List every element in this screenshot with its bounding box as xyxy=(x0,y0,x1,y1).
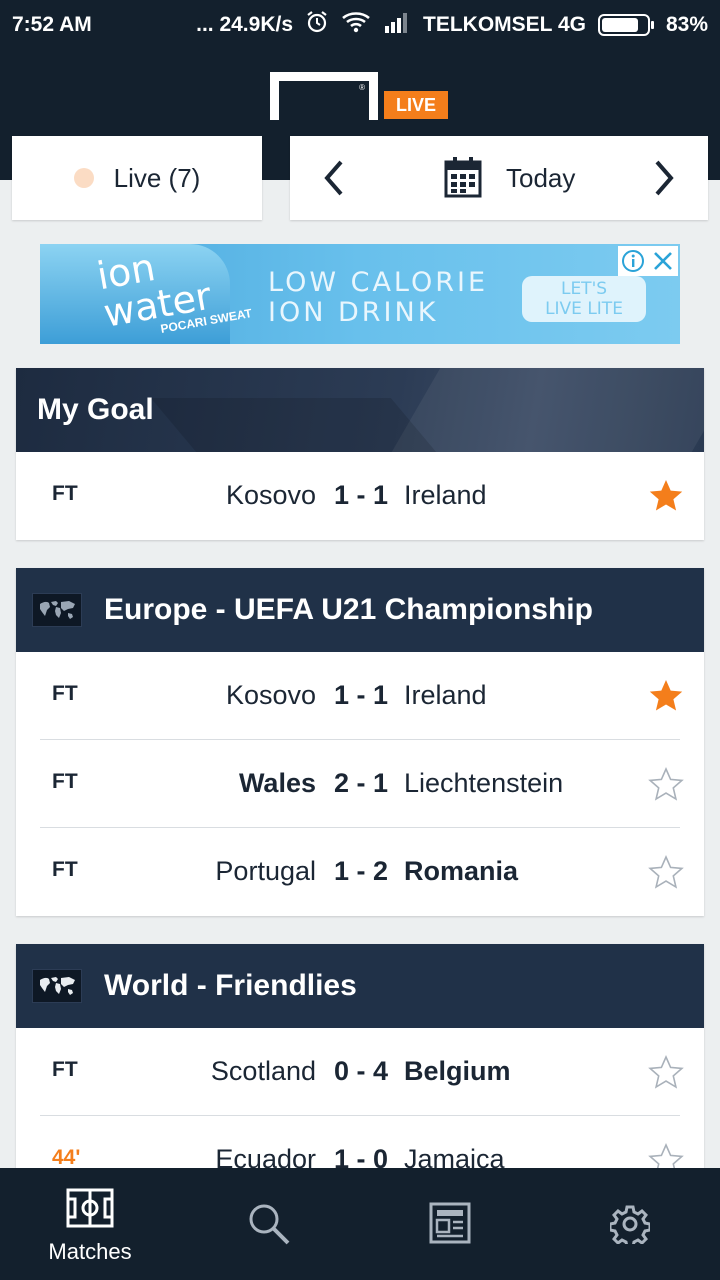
match-status: FT xyxy=(52,482,78,505)
star-filled-icon[interactable] xyxy=(648,678,684,714)
section-title: My Goal xyxy=(37,393,154,426)
section-header: My Goal xyxy=(16,368,704,452)
section-title: World - Friendlies xyxy=(104,969,357,1002)
match-score: 1 - 1 xyxy=(334,480,389,510)
status-right: ... 24.9K/s TELKOMSEL 4G 83% xyxy=(196,10,708,40)
pitch-icon xyxy=(66,1188,114,1233)
status-bar: 7:52 AM ... 24.9K/s TELKOMSEL 4G 83% xyxy=(0,0,720,50)
away-team: Ireland xyxy=(404,480,487,510)
star-outline-icon[interactable] xyxy=(648,766,684,802)
chevron-right-icon xyxy=(655,160,674,196)
match-score: 2 - 1 xyxy=(334,768,389,798)
ad-info-icon[interactable] xyxy=(618,246,648,276)
live-filter-label: Live (7) xyxy=(113,162,201,193)
match-status: FT xyxy=(52,682,78,705)
next-day-button[interactable] xyxy=(644,158,684,198)
match-score: 1 - 2 xyxy=(334,856,389,886)
home-team: Kosovo xyxy=(225,480,316,510)
signal-icon xyxy=(383,11,411,39)
news-icon xyxy=(429,1202,471,1249)
status-time: 7:52 AM xyxy=(12,13,92,36)
date-label[interactable]: Today xyxy=(506,163,575,194)
battery-icon xyxy=(597,14,654,36)
section-title: Europe - UEFA U21 Championship xyxy=(104,593,593,626)
nav-search[interactable] xyxy=(209,1168,329,1280)
carrier-name: TELKOMSEL 4G xyxy=(423,13,586,36)
match-score: 0 - 4 xyxy=(334,1056,389,1086)
nav-news[interactable] xyxy=(390,1168,510,1280)
match-score: 1 - 1 xyxy=(334,680,389,710)
away-team: Belgium xyxy=(404,1056,511,1086)
section-header: Europe - UEFA U21 Championship xyxy=(16,568,704,652)
date-selector: Today xyxy=(290,136,708,220)
match-row[interactable]: FT Kosovo 1 - 1 Ireland xyxy=(16,652,704,740)
match-row[interactable]: FT Scotland 0 - 4 Belgium xyxy=(16,1028,704,1116)
away-team: Ireland xyxy=(404,680,487,710)
ad-close-icon[interactable] xyxy=(648,246,678,276)
star-outline-icon[interactable] xyxy=(648,1054,684,1090)
ad-cta-button[interactable]: LET'S LIVE LITE xyxy=(522,276,646,322)
live-indicator-dot xyxy=(73,168,94,188)
logo-registered-mark: ® xyxy=(359,83,365,92)
network-speed: ... 24.9K/s xyxy=(196,13,293,36)
match-status: FT xyxy=(52,858,78,881)
previous-day-button[interactable] xyxy=(314,158,354,198)
live-badge: LIVE xyxy=(384,91,448,119)
section-world-friendlies: World - Friendlies FT Scotland 0 - 4 Bel… xyxy=(16,944,704,1204)
bottom-navigation: Matches xyxy=(0,1168,720,1280)
wifi-icon xyxy=(341,10,371,40)
away-team: Romania xyxy=(404,856,519,886)
nav-settings[interactable] xyxy=(570,1168,690,1280)
star-filled-icon[interactable] xyxy=(648,478,684,514)
match-row[interactable]: FT Wales 2 - 1 Liechtenstein xyxy=(16,740,704,828)
battery-percent: 83% xyxy=(665,13,708,36)
chevron-left-icon xyxy=(324,160,343,196)
calendar-icon[interactable] xyxy=(444,156,482,205)
section-my-goal: My Goal FT Kosovo 1 - 1 Ireland xyxy=(16,368,704,540)
ad-headline: LOW CALORIE ION DRINK xyxy=(268,267,489,328)
home-team: Scotland xyxy=(210,1056,316,1086)
home-team: Wales xyxy=(238,768,316,798)
search-icon xyxy=(247,1202,291,1251)
ad-banner[interactable]: ion water POCARI SWEAT LOW CALORIE ION D… xyxy=(40,244,680,344)
match-status: FT xyxy=(52,1058,78,1081)
away-team: Liechtenstein xyxy=(404,768,564,798)
world-map-icon xyxy=(32,969,82,1003)
world-map-icon xyxy=(32,593,82,627)
alarm-icon xyxy=(305,10,329,40)
gear-icon xyxy=(608,1204,652,1249)
goal-logo[interactable]: ® xyxy=(270,72,378,120)
match-status: FT xyxy=(52,770,78,793)
star-outline-icon[interactable] xyxy=(648,854,684,890)
home-team: Portugal xyxy=(215,856,316,886)
section-uefa-u21: Europe - UEFA U21 Championship FT Kosovo… xyxy=(16,568,704,916)
live-filter-button[interactable]: Live (7) xyxy=(12,136,262,220)
match-row[interactable]: FT Kosovo 1 - 1 Ireland xyxy=(16,452,704,540)
home-team: Kosovo xyxy=(225,680,316,710)
match-row[interactable]: FT Portugal 1 - 2 Romania xyxy=(16,828,704,916)
match-status: 44' xyxy=(52,1146,81,1169)
nav-matches[interactable]: Matches xyxy=(30,1168,150,1280)
nav-matches-label: Matches xyxy=(48,1239,132,1264)
section-header: World - Friendlies xyxy=(16,944,704,1028)
